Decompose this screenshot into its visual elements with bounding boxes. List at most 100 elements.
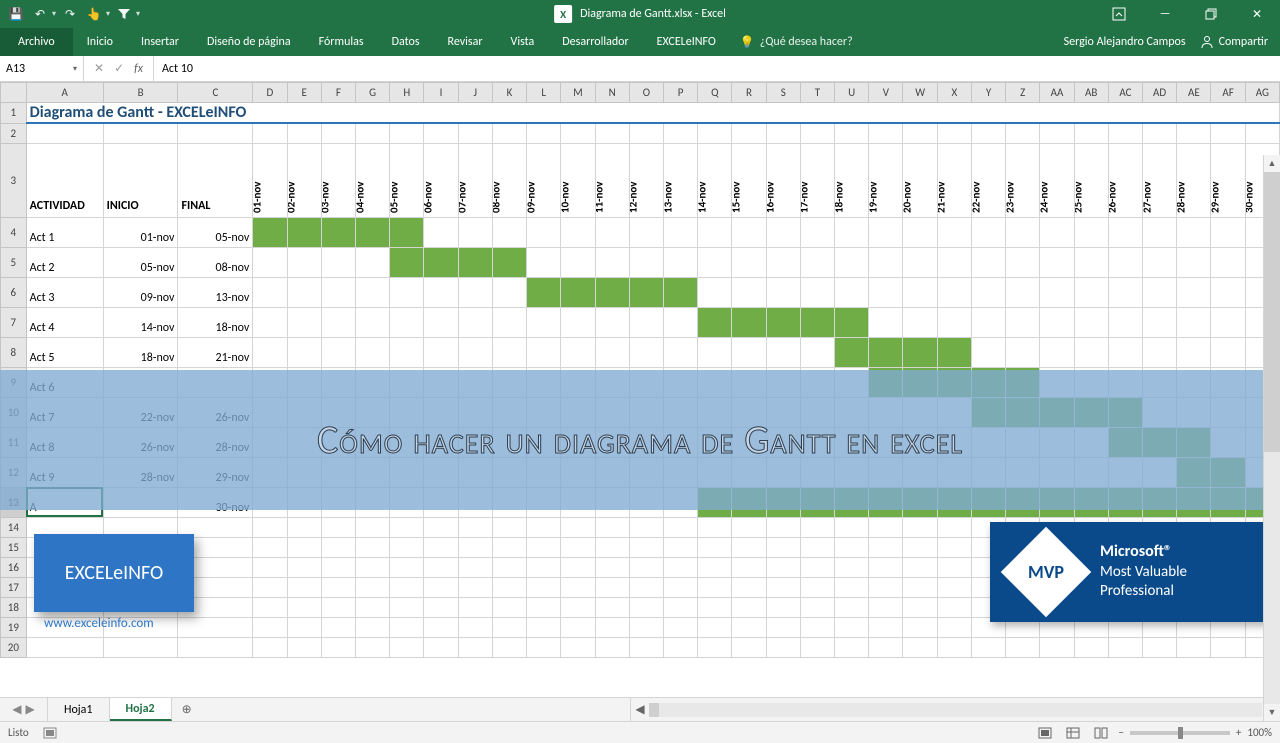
gantt-cell[interactable] [321,247,355,277]
col-header-E[interactable]: E [287,83,321,103]
gantt-cell[interactable] [287,247,321,277]
gantt-cell[interactable] [732,307,766,337]
cell-start-5[interactable]: 05-nov [103,247,178,277]
gantt-cell[interactable] [732,337,766,367]
header-date-25[interactable]: 25-nov [1074,143,1108,217]
gantt-cell[interactable] [903,247,937,277]
gantt-cell[interactable] [663,247,697,277]
gantt-cell[interactable] [663,307,697,337]
col-header-F[interactable]: F [321,83,355,103]
gantt-cell[interactable] [253,277,287,307]
gantt-cell[interactable] [458,217,492,247]
gantt-cell[interactable] [390,337,424,367]
cell-activity-6[interactable]: Act 3 [26,277,103,307]
zoom-in-button[interactable]: + [1236,726,1241,739]
col-header-G[interactable]: G [355,83,389,103]
gantt-cell[interactable] [869,217,903,247]
gantt-cell[interactable] [937,217,971,247]
gantt-cell[interactable] [1177,247,1211,277]
gantt-cell[interactable] [561,277,595,307]
cell-end-5[interactable]: 08-nov [178,247,253,277]
tab-nav[interactable]: ◀ ▶ [0,698,48,721]
cell-end-4[interactable]: 05-nov [178,217,253,247]
vscroll-thumb[interactable] [1264,172,1280,452]
gantt-cell[interactable] [390,307,424,337]
gantt-cell[interactable] [390,217,424,247]
gantt-cell[interactable] [1074,247,1108,277]
header-date-1[interactable]: 01-nov [253,143,287,217]
zoom-out-button[interactable]: − [1118,726,1123,739]
scroll-down-icon[interactable]: ▼ [1264,704,1280,721]
gantt-cell[interactable] [321,337,355,367]
gantt-cell[interactable] [1177,217,1211,247]
tab-nav-left-icon[interactable]: ◀ [12,702,21,717]
header-date-13[interactable]: 13-nov [663,143,697,217]
col-header-H[interactable]: H [390,83,424,103]
gantt-cell[interactable] [1040,217,1074,247]
gantt-cell[interactable] [766,217,800,247]
sheet-tab-hoja1[interactable]: Hoja1 [48,698,110,721]
view-pagebreak-icon[interactable] [1090,725,1112,741]
gantt-cell[interactable] [1006,307,1040,337]
col-header-T[interactable]: T [800,83,834,103]
header-date-22[interactable]: 22-nov [971,143,1005,217]
header-date-3[interactable]: 03-nov [321,143,355,217]
gantt-cell[interactable] [355,217,389,247]
gantt-cell[interactable] [1006,217,1040,247]
gantt-cell[interactable] [561,247,595,277]
header-date-23[interactable]: 23-nov [1006,143,1040,217]
gantt-cell[interactable] [595,247,629,277]
header-date-26[interactable]: 26-nov [1108,143,1142,217]
gantt-cell[interactable] [800,217,834,247]
header-date-17[interactable]: 17-nov [800,143,834,217]
undo-icon[interactable]: ↶ [30,4,50,24]
col-header-J[interactable]: J [458,83,492,103]
gantt-cell[interactable] [253,307,287,337]
col-header-M[interactable]: M [561,83,595,103]
tab-datos[interactable]: Datos [378,28,434,56]
gantt-cell[interactable] [321,217,355,247]
header-start[interactable]: INICIO [103,143,178,217]
header-date-16[interactable]: 16-nov [766,143,800,217]
gantt-cell[interactable] [1006,247,1040,277]
col-header-AA[interactable]: AA [1040,83,1074,103]
col-header-U[interactable]: U [835,83,869,103]
gantt-cell[interactable] [1074,277,1108,307]
enter-formula-icon[interactable]: ✓ [114,61,124,76]
header-date-8[interactable]: 08-nov [492,143,526,217]
tell-me-search[interactable]: 💡 ¿Qué desea hacer? [740,28,853,56]
gantt-cell[interactable] [1108,307,1142,337]
col-header-AF[interactable]: AF [1211,83,1245,103]
gantt-cell[interactable] [835,247,869,277]
close-button[interactable]: ✕ [1234,0,1280,28]
gantt-cell[interactable] [1177,277,1211,307]
gantt-cell[interactable] [698,277,732,307]
gantt-cell[interactable] [287,307,321,337]
gantt-cell[interactable] [595,337,629,367]
gantt-cell[interactable] [698,307,732,337]
col-header-B[interactable]: B [103,83,178,103]
col-header-D[interactable]: D [253,83,287,103]
gantt-cell[interactable] [1108,217,1142,247]
gantt-cell[interactable] [321,277,355,307]
name-box[interactable]: A13 ▾ [0,56,84,81]
minimize-button[interactable]: — [1142,0,1188,28]
gantt-cell[interactable] [698,217,732,247]
gantt-cell[interactable] [663,217,697,247]
select-all-corner[interactable] [1,83,27,103]
gantt-cell[interactable] [937,247,971,277]
gantt-cell[interactable] [1006,277,1040,307]
gantt-cell[interactable] [835,337,869,367]
gantt-cell[interactable] [663,277,697,307]
col-header-I[interactable]: I [424,83,458,103]
sheet-title[interactable]: Diagrama de Gantt - EXCELeINFO [26,103,1279,124]
header-date-21[interactable]: 21-nov [937,143,971,217]
gantt-cell[interactable] [903,217,937,247]
gantt-cell[interactable] [1108,247,1142,277]
gantt-cell[interactable] [869,307,903,337]
tab-vista[interactable]: Vista [497,28,549,56]
col-header-X[interactable]: X [937,83,971,103]
col-header-N[interactable]: N [595,83,629,103]
cell-end-8[interactable]: 21-nov [178,337,253,367]
touch-mode-icon[interactable]: 👆 [84,4,104,24]
